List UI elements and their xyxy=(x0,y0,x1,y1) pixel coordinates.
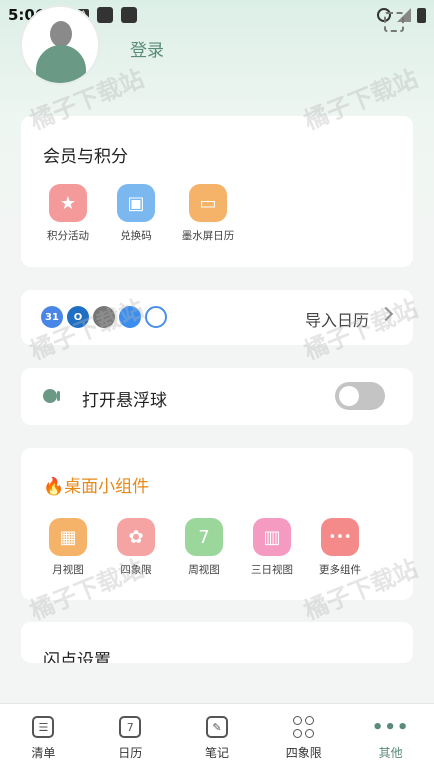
gift-icon: ▣ xyxy=(117,184,155,222)
more-dots-icon: ••• xyxy=(321,518,359,556)
month-view-widget-button[interactable]: ▦ 月视图 xyxy=(33,518,103,577)
note-icon: ✎ xyxy=(205,716,228,738)
floatball-toggle[interactable] xyxy=(335,382,385,410)
quadrant-icon: ✿ xyxy=(117,518,155,556)
more-widgets-button[interactable]: ••• 更多组件 xyxy=(305,518,375,577)
floatball-row: 打开悬浮球 xyxy=(21,368,413,425)
outlook-icon: O xyxy=(67,306,89,328)
notification-icon-2 xyxy=(97,7,114,23)
import-calendar-row[interactable]: 31 O 导入日历 xyxy=(21,290,413,345)
redeem-code-button[interactable]: ▣ 兑换码 xyxy=(101,184,171,243)
bottom-nav: ☰ 清单 7 日历 ✎ 笔记 四象限 ••• 其他 xyxy=(0,703,434,773)
avatar[interactable] xyxy=(20,5,100,85)
floatball-label: 打开悬浮球 xyxy=(82,391,167,411)
checklist-icon: ☰ xyxy=(32,716,55,738)
more-icon: ••• xyxy=(371,716,410,738)
battery-icon xyxy=(417,7,426,23)
google-calendar-icon: 31 xyxy=(41,306,63,328)
login-link[interactable]: 登录 xyxy=(130,36,164,61)
fire-icon: 🔥 xyxy=(43,477,65,497)
flash-settings-card[interactable]: 闪点设置 xyxy=(21,622,413,663)
tab-other[interactable]: ••• 其他 xyxy=(347,704,434,773)
chat-icon xyxy=(145,306,167,328)
quadrant-widget-button[interactable]: ✿ 四象限 xyxy=(101,518,171,577)
scan-icon[interactable] xyxy=(384,12,404,32)
points-activity-button[interactable]: ★ 积分活动 xyxy=(33,184,103,243)
notification-icon-3 xyxy=(121,7,138,23)
apple-icon xyxy=(93,306,115,328)
dingtalk-icon xyxy=(119,306,141,328)
membership-title: 会员与积分 xyxy=(43,147,128,167)
widgets-title: 🔥桌面小组件 xyxy=(43,477,150,497)
eink-calendar-button[interactable]: ▭ 墨水屏日历 xyxy=(173,184,243,243)
flash-settings-title: 闪点设置 xyxy=(43,651,111,663)
floatball-icon xyxy=(43,389,60,403)
quadrant-grid-icon xyxy=(293,716,315,738)
week-calendar-icon: 7 xyxy=(185,518,223,556)
columns-icon: ▥ xyxy=(253,518,291,556)
calendar-grid-icon: ▦ xyxy=(49,518,87,556)
week-view-widget-button[interactable]: 7 周视图 xyxy=(169,518,239,577)
widgets-card: 🔥桌面小组件 ▦ 月视图 ✿ 四象限 7 周视图 ▥ 三日视图 ••• 更多组件 xyxy=(21,448,413,600)
tab-notes[interactable]: ✎ 笔记 xyxy=(174,704,261,773)
tab-quadrant[interactable]: 四象限 xyxy=(260,704,347,773)
import-calendar-label: 导入日历 xyxy=(304,311,369,330)
calendar-icon: 7 xyxy=(119,716,142,738)
tab-calendar[interactable]: 7 日历 xyxy=(87,704,174,773)
tab-list[interactable]: ☰ 清单 xyxy=(0,704,87,773)
membership-card: 会员与积分 ★ 积分活动 ▣ 兑换码 ▭ 墨水屏日历 xyxy=(21,116,413,267)
star-icon: ★ xyxy=(49,184,87,222)
three-day-widget-button[interactable]: ▥ 三日视图 xyxy=(237,518,307,577)
chevron-right-icon xyxy=(378,306,394,322)
screen-icon: ▭ xyxy=(189,184,227,222)
